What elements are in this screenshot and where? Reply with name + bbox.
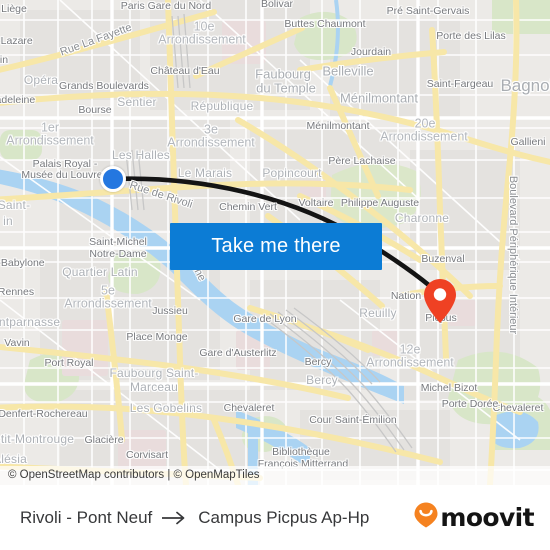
destination-marker[interactable] [423, 278, 457, 324]
moovit-wordmark: moovit [440, 503, 534, 532]
moovit-logo: moovit [413, 501, 535, 534]
arrow-right-icon [162, 511, 188, 525]
map-canvas[interactable]: Liège Paris Gare du Nord Bolivar Pré Saint-… [0, 0, 550, 485]
moovit-trip-map-screen: Liège Paris Gare du Nord Bolivar Pré Saint-… [0, 0, 550, 550]
route-summary: Rivoli - Pont Neuf Campus Picpus Ap-Hp [20, 508, 369, 528]
origin-marker[interactable] [100, 166, 126, 192]
moovit-pin-icon [413, 501, 439, 534]
destination-label: Campus Picpus Ap-Hp [198, 507, 370, 527]
map-attribution: © OpenStreetMap contributors | © OpenMap… [0, 466, 550, 485]
bottom-bar: Rivoli - Pont Neuf Campus Picpus Ap-Hp m… [0, 485, 550, 550]
origin-label: Rivoli - Pont Neuf [20, 507, 153, 527]
take-me-there-button[interactable]: Take me there [170, 223, 382, 270]
